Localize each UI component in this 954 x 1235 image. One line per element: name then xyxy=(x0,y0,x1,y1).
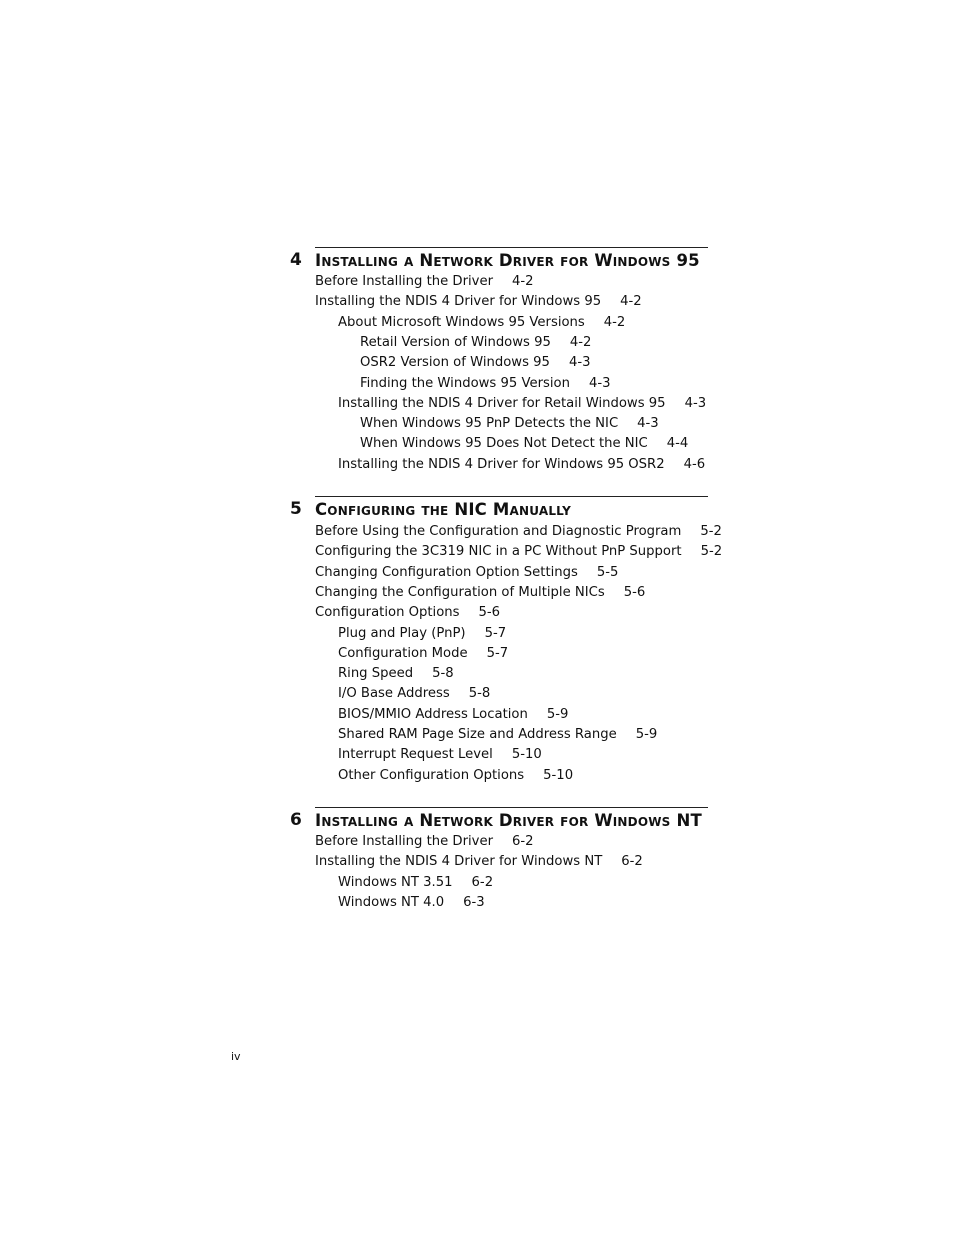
chapter-number: 6 xyxy=(290,810,302,830)
toc-entry-title: Installing the NDIS 4 Driver for Windows… xyxy=(315,854,603,870)
chapter-number: 4 xyxy=(290,250,302,270)
toc-entry-title: Shared RAM Page Size and Address Range xyxy=(338,727,617,742)
toc-entry[interactable]: Shared RAM Page Size and Address Range 5-… xyxy=(338,726,657,744)
toc-entry-title: Windows NT 4.0 xyxy=(338,894,445,910)
toc-entry[interactable]: Windows NT 3.51 6-2 xyxy=(338,874,493,892)
chapter-number: 5 xyxy=(290,499,302,519)
chapter-rule xyxy=(315,807,708,808)
chapter-title: Installing a Network Driver for Windows … xyxy=(315,811,702,830)
toc-entry[interactable]: Installing the NDIS 4 Driver for Windows… xyxy=(315,293,642,311)
toc-entry-title: Installing the NDIS 4 Driver for Retail … xyxy=(338,395,666,411)
toc-entry-title: Finding the Windows 95 Version xyxy=(360,375,570,391)
toc-entry-page: 4-3 xyxy=(588,375,611,391)
toc-entry[interactable]: When Windows 95 PnP Detects the NIC 4-3 xyxy=(360,415,659,433)
toc-entry-title: Configuration Options xyxy=(315,605,460,621)
toc-entry-page: 5-2 xyxy=(700,544,723,560)
toc-entry-page: 5-5 xyxy=(596,564,619,580)
toc-entry-page: 5-7 xyxy=(484,625,507,641)
toc-entry[interactable]: Finding the Windows 95 Version 4-3 xyxy=(360,375,611,393)
toc-entry-page: 4-6 xyxy=(683,456,706,472)
toc-entry-title: Plug and Play (PnP) xyxy=(338,625,466,641)
toc-entry[interactable]: About Microsoft Windows 95 Versions 4-2 xyxy=(338,314,625,332)
toc-entry[interactable]: Installing the NDIS 4 Driver for Retail … xyxy=(338,395,706,413)
toc-entry-page: 4-2 xyxy=(569,334,592,350)
toc-entry-page: 6-2 xyxy=(471,874,494,890)
toc-entry-title: Before Installing the Driver xyxy=(315,274,494,289)
toc-entry-title: Installing the NDIS 4 Driver for Windows… xyxy=(338,456,665,472)
toc-entry-page: 5-10 xyxy=(543,767,574,783)
toc-entry[interactable]: Retail Version of Windows 95 4-2 xyxy=(360,334,591,352)
toc-entry[interactable]: Changing the Configuration of Multiple N… xyxy=(315,584,645,602)
toc-entry-title: Configuring the 3C319 NIC in a PC Withou… xyxy=(315,544,682,560)
toc-entry[interactable]: Installing the NDIS 4 Driver for Windows… xyxy=(315,853,643,871)
toc-entry[interactable]: Other Configuration Options 5-10 xyxy=(338,767,573,785)
toc-entry-page: 4-3 xyxy=(637,416,659,432)
chapter-title: Installing a Network Driver for Windows … xyxy=(315,251,700,270)
toc-entry[interactable]: Plug and Play (PnP) 5-7 xyxy=(338,625,506,643)
page-folio: iv xyxy=(231,1050,241,1063)
toc-entry[interactable]: Installing the NDIS 4 Driver for Windows… xyxy=(338,456,705,474)
toc-entry-page: 6-3 xyxy=(463,894,485,910)
toc-entry-page: 5-8 xyxy=(432,666,454,682)
toc-entry[interactable]: OSR2 Version of Windows 95 4-3 xyxy=(360,354,590,372)
toc-entry-page: 6-2 xyxy=(512,834,534,849)
toc-entry[interactable]: Before Installing the Driver 6-2 xyxy=(315,833,534,851)
toc-entry-page: 5-2 xyxy=(700,524,722,539)
toc-entry-title: I/O Base Address xyxy=(338,686,450,702)
toc-entry-title: Changing the Configuration of Multiple N… xyxy=(315,584,605,600)
chapter-rule xyxy=(315,247,708,248)
toc-entry[interactable]: Configuration Options 5-6 xyxy=(315,604,500,622)
toc-entry[interactable]: Before Using the Configuration and Diagn… xyxy=(315,523,722,541)
toc-entry-page: 5-6 xyxy=(623,584,646,600)
toc-entry[interactable]: BIOS/MMIO Address Location 5-9 xyxy=(338,706,568,724)
toc-entry-page: 5-8 xyxy=(468,686,491,702)
chapter-title: Configuring the NIC Manually xyxy=(315,500,572,519)
toc-entry-page: 4-3 xyxy=(568,355,591,371)
toc-entry-page: 4-2 xyxy=(603,314,626,330)
toc-entry[interactable]: I/O Base Address 5-8 xyxy=(338,685,490,703)
toc-entry[interactable]: Interrupt Request Level 5-10 xyxy=(338,746,542,764)
toc-entry-title: Before Using the Configuration and Diagn… xyxy=(315,524,682,539)
toc-entry-title: Installing the NDIS 4 Driver for Windows… xyxy=(315,294,602,310)
toc-entry[interactable]: Changing Configuration Option Settings 5-… xyxy=(315,564,618,582)
toc-entry[interactable]: Configuration Mode 5-7 xyxy=(338,645,508,663)
toc-entry-page: 5-10 xyxy=(511,747,542,763)
toc-entry-page: 5-6 xyxy=(478,605,501,621)
toc-entry-title: About Microsoft Windows 95 Versions xyxy=(338,314,585,330)
chapter-rule xyxy=(315,496,708,497)
toc-entry[interactable]: Before Installing the Driver 4-2 xyxy=(315,273,534,291)
toc-entry[interactable]: Ring Speed 5-8 xyxy=(338,665,454,683)
toc-entry-page: 4-2 xyxy=(512,274,534,289)
toc-entry-page: 4-2 xyxy=(620,294,642,310)
toc-entry-title: Other Configuration Options xyxy=(338,767,525,783)
toc-entry-title: Retail Version of Windows 95 xyxy=(360,334,551,350)
toc-entry-title: Ring Speed xyxy=(338,666,414,682)
toc-entry-page: 5-9 xyxy=(546,706,569,722)
toc-entry-page: 4-3 xyxy=(684,395,707,411)
toc-entry-title: BIOS/MMIO Address Location xyxy=(338,706,528,722)
toc-entry-title: OSR2 Version of Windows 95 xyxy=(360,355,550,371)
toc-entry-page: 4-4 xyxy=(666,436,689,452)
toc-entry-title: When Windows 95 Does Not Detect the NIC xyxy=(360,436,648,452)
toc-entry-title: When Windows 95 PnP Detects the NIC xyxy=(360,416,619,432)
toc-entry-title: Changing Configuration Option Settings xyxy=(315,564,578,580)
toc-entry[interactable]: Windows NT 4.0 6-3 xyxy=(338,894,485,912)
toc-entry-title: Interrupt Request Level xyxy=(338,747,493,763)
toc-entry[interactable]: Configuring the 3C319 NIC in a PC Withou… xyxy=(315,543,722,561)
toc-entry-title: Before Installing the Driver xyxy=(315,834,494,849)
toc-entry-title: Configuration Mode xyxy=(338,645,468,661)
toc-entry-title: Windows NT 3.51 xyxy=(338,874,453,890)
toc-entry-page: 5-9 xyxy=(635,727,658,742)
toc-entry[interactable]: When Windows 95 Does Not Detect the NIC 4… xyxy=(360,435,688,453)
toc-entry-page: 6-2 xyxy=(621,854,643,870)
toc-entry-page: 5-7 xyxy=(486,645,509,661)
